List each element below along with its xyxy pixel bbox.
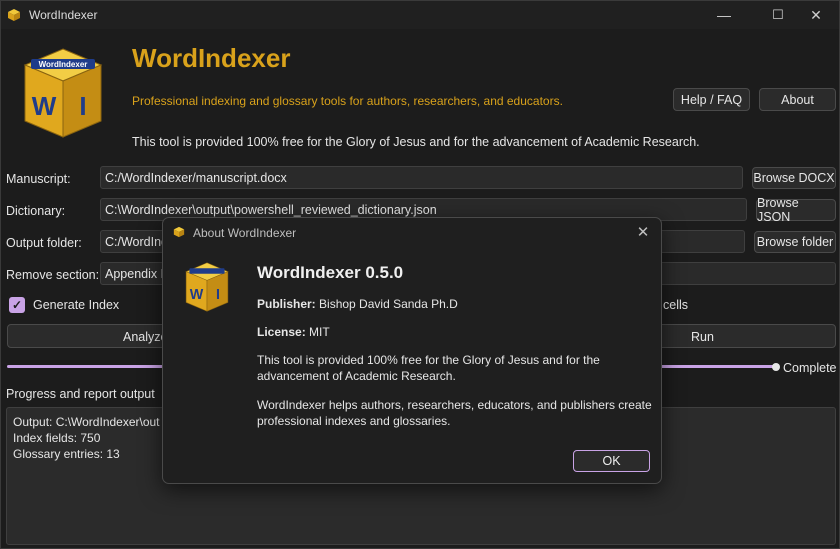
free-notice: This tool is provided 100% free for the … — [132, 135, 700, 149]
app-logo: WordIndexer W I — [23, 48, 103, 138]
output-folder-label: Output folder: — [6, 236, 82, 250]
svg-text:W: W — [32, 91, 57, 121]
svg-text:I: I — [79, 91, 86, 121]
about-notice-paragraph: This tool is provided 100% free for the … — [257, 353, 600, 383]
run-button-label: Run — [691, 330, 714, 344]
about-heading: WordIndexer 0.5.0 — [257, 263, 404, 282]
logo-text: WordIndexer — [39, 60, 88, 69]
license-value: MIT — [309, 325, 330, 339]
about-button[interactable]: About — [759, 88, 836, 111]
browse-json-button[interactable]: Browse JSON — [756, 196, 836, 224]
progress-status: Complete — [783, 361, 837, 375]
app-icon — [8, 9, 20, 21]
title-bar: WordIndexer — ☐ ✕ — [1, 1, 839, 29]
remove-section-label: Remove section: — [6, 268, 100, 282]
publisher-line: Publisher: Bishop David Sanda Ph.D — [257, 297, 458, 311]
svg-text:W: W — [190, 287, 204, 303]
app-name-heading: WordIndexer — [132, 43, 291, 73]
generate-index-checkbox[interactable]: ✓ — [9, 297, 25, 313]
ok-button[interactable]: OK — [573, 450, 650, 472]
window-title: WordIndexer — [29, 8, 98, 22]
progress-handle — [772, 363, 780, 371]
publisher-value: Bishop David Sanda Ph.D — [319, 297, 458, 311]
svg-text:I: I — [216, 287, 220, 303]
browse-folder-button[interactable]: Browse folder — [754, 231, 836, 253]
about-dialog: About WordIndexer ✕ W I WordIndexer 0.5.… — [162, 217, 662, 484]
help-faq-button[interactable]: Help / FAQ — [673, 88, 750, 111]
license-line: License: MIT — [257, 325, 330, 339]
output-label: Progress and report output — [6, 387, 155, 401]
tagline: Professional indexing and glossary tools… — [132, 94, 563, 108]
license-label: License: — [257, 325, 306, 339]
minimize-button[interactable]: — — [701, 1, 747, 29]
main-window: WordIndexer — ☐ ✕ WordIndexer W I WordIn… — [0, 0, 840, 549]
close-button[interactable]: ✕ — [793, 1, 839, 29]
cells-option-label: cells — [663, 298, 689, 312]
about-dialog-title-bar: About WordIndexer ✕ — [163, 218, 661, 246]
dictionary-label: Dictionary: — [6, 204, 66, 218]
browse-docx-button[interactable]: Browse DOCX — [752, 167, 836, 189]
dialog-logo: W I — [185, 262, 229, 312]
generate-index-label: Generate Index — [33, 298, 120, 312]
publisher-label: Publisher: — [257, 297, 316, 311]
manuscript-label: Manuscript: — [6, 172, 71, 186]
manuscript-input[interactable]: C:/WordIndexer/manuscript.docx — [100, 166, 743, 189]
about-dialog-title: About WordIndexer — [193, 226, 297, 240]
analyze-button-label: Analyze — [123, 330, 168, 344]
close-icon[interactable]: ✕ — [633, 222, 653, 242]
about-description-paragraph: WordIndexer helps authors, researchers, … — [257, 398, 652, 428]
app-icon — [173, 226, 185, 238]
